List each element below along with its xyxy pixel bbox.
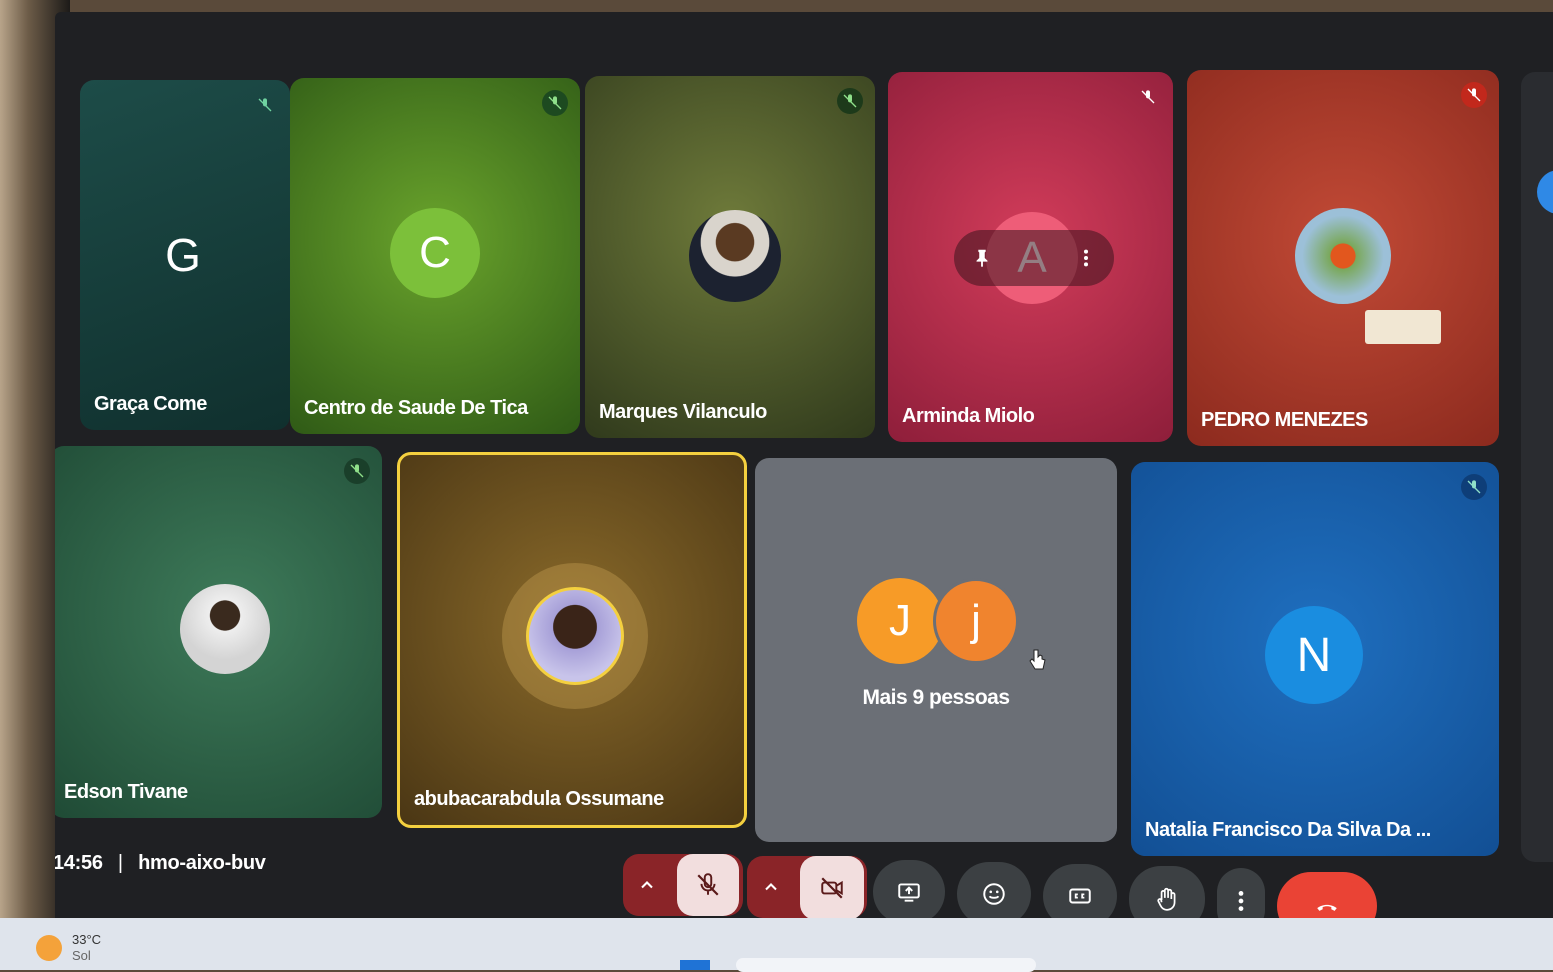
weather-widget[interactable]: 33°C Sol (36, 932, 101, 964)
avatar: N (1265, 606, 1363, 704)
participant-tile-pedro-menezes[interactable]: PEDRO MENEZES (1187, 70, 1499, 446)
participant-tile-marques-vilanculo[interactable]: Marques Vilanculo (585, 76, 875, 438)
hand-icon (1157, 887, 1176, 911)
participant-tile-abubacarabdula-ossumane[interactable]: abubacarabdula Ossumane (397, 452, 747, 828)
others-tile[interactable]: J j Mais 9 pessoas (755, 458, 1117, 842)
mic-off-icon (542, 90, 568, 116)
avatar (689, 210, 781, 302)
mic-off-icon (697, 873, 719, 896)
windows-start-icon[interactable] (680, 960, 710, 970)
participant-name: Graça Come (94, 393, 207, 415)
emoji-icon (983, 883, 1005, 905)
chevron-up-icon (641, 881, 653, 889)
reactions-button[interactable] (957, 862, 1031, 926)
others-count-label: Mais 9 pessoas (862, 686, 1010, 709)
avatar (180, 584, 270, 674)
participant-tile-arminda-miolo[interactable]: A Arminda Miolo (888, 72, 1173, 442)
screen-glare (1365, 310, 1441, 344)
present-screen-button[interactable] (873, 860, 945, 924)
avatar: C (390, 208, 480, 298)
meeting-time: 14:56 (55, 852, 103, 874)
camera-off-icon (821, 877, 843, 899)
microphone-off-button[interactable] (677, 854, 739, 916)
avatar (1295, 208, 1391, 304)
blue-indicator (1537, 170, 1553, 214)
participant-name: Edson Tivane (64, 781, 188, 803)
meet-window: G Graça Come C Centro de Saude De Tica M… (55, 12, 1553, 942)
camera-off-button[interactable] (800, 856, 864, 920)
captions-icon (1069, 888, 1091, 904)
participant-tile-graca-come[interactable]: G Graça Come (80, 80, 290, 430)
weather-condition: Sol (72, 948, 91, 963)
participant-name: PEDRO MENEZES (1201, 409, 1368, 431)
participant-tile-centro-de-saude[interactable]: C Centro de Saude De Tica (290, 78, 580, 434)
participant-tile-edson-tivane[interactable]: Edson Tivane (55, 446, 382, 818)
participant-name: Natalia Francisco Da Silva Da ... (1145, 819, 1431, 841)
mic-off-icon (344, 458, 370, 484)
mic-off-icon (837, 88, 863, 114)
chevron-up-icon (765, 883, 777, 891)
mic-off-icon (252, 92, 278, 118)
sun-icon (36, 935, 62, 961)
avatar: J (857, 578, 943, 664)
taskbar: 33°C Sol (0, 918, 1553, 972)
tile-hover-menu (954, 230, 1114, 286)
participant-name: Centro de Saude De Tica (304, 397, 528, 419)
meeting-info: 14:56 | hmo-aixo-buv (55, 852, 266, 875)
more-vert-icon (1238, 891, 1244, 911)
mic-off-icon (1135, 84, 1161, 110)
cursor-icon (1025, 648, 1049, 677)
participant-name: Arminda Miolo (902, 405, 1035, 427)
mic-off-icon (1461, 82, 1487, 108)
participant-name: Marques Vilanculo (599, 401, 767, 423)
participant-tile-natalia-francisco[interactable]: N Natalia Francisco Da Silva Da ... (1131, 462, 1499, 856)
avatar: j (933, 578, 1019, 664)
pin-icon[interactable] (964, 240, 1000, 276)
temperature: 33°C (72, 932, 102, 947)
avatar (526, 587, 624, 685)
participant-name: abubacarabdula Ossumane (414, 788, 664, 810)
separator: | (117, 852, 123, 874)
avatar: G (165, 229, 201, 281)
side-panel-edge (1521, 72, 1553, 862)
hang-up-icon (1317, 904, 1337, 911)
mic-off-icon (1461, 474, 1487, 500)
meeting-code: hmo-aixo-buv (138, 852, 266, 874)
more-vert-icon[interactable] (1068, 240, 1104, 276)
present-icon (898, 883, 920, 902)
